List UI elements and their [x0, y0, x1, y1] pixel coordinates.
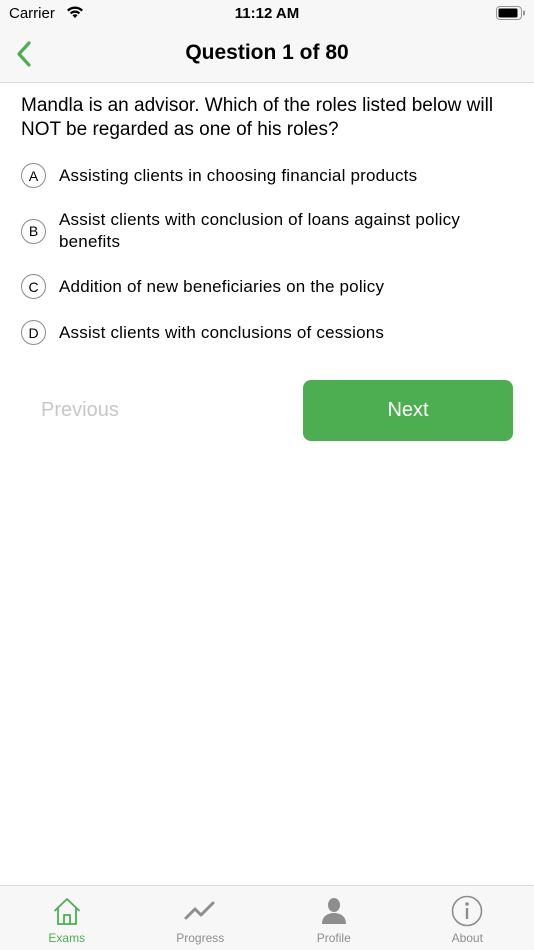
- option-letter-badge: B: [21, 218, 46, 244]
- page-title: Question 1 of 80: [185, 41, 349, 64]
- option-a[interactable]: A Assisting clients in choosing financia…: [21, 163, 521, 188]
- option-c[interactable]: C Addition of new beneficiaries on the p…: [21, 274, 521, 299]
- battery-icon: [496, 6, 526, 25]
- option-text: Assist clients with conclusion of loans …: [59, 210, 461, 251]
- status-time: 11:12 AM: [234, 5, 300, 22]
- previous-button[interactable]: Previous: [21, 380, 141, 441]
- tab-profile[interactable]: Profile: [267, 886, 401, 950]
- tab-label: Progress: [176, 931, 225, 945]
- question-text: Mandla is an advisor. Which of the roles…: [21, 95, 494, 140]
- option-letter-badge: A: [21, 163, 46, 188]
- option-letter-badge: C: [21, 274, 46, 299]
- tab-progress[interactable]: Progress: [134, 886, 268, 950]
- status-bar: Carrier 11:12 AM: [0, 0, 534, 28]
- tab-about[interactable]: About: [401, 886, 534, 950]
- person-icon: [318, 895, 350, 927]
- next-button[interactable]: Next: [303, 380, 513, 441]
- tab-label: About: [451, 931, 483, 945]
- option-text: Addition of new beneficiaries on the pol…: [59, 276, 385, 296]
- option-text: Assisting clients in choosing financial …: [59, 165, 418, 185]
- trend-icon: [184, 895, 216, 927]
- info-icon: [451, 895, 483, 927]
- option-b[interactable]: B Assist clients with conclusion of loan…: [21, 209, 521, 253]
- home-icon: [51, 895, 83, 927]
- tab-label: Exams: [48, 931, 86, 945]
- tab-exams[interactable]: Exams: [0, 886, 134, 950]
- tab-label: Profile: [316, 931, 351, 945]
- option-d[interactable]: D Assist clients with conclusions of ces…: [21, 320, 521, 345]
- tab-bar: Exams Progress Profile About: [0, 885, 534, 950]
- option-text: Assist clients with conclusions of cessi…: [59, 322, 385, 342]
- navigation-bar: Question 1 of 80: [0, 28, 534, 83]
- option-letter-badge: D: [21, 320, 46, 345]
